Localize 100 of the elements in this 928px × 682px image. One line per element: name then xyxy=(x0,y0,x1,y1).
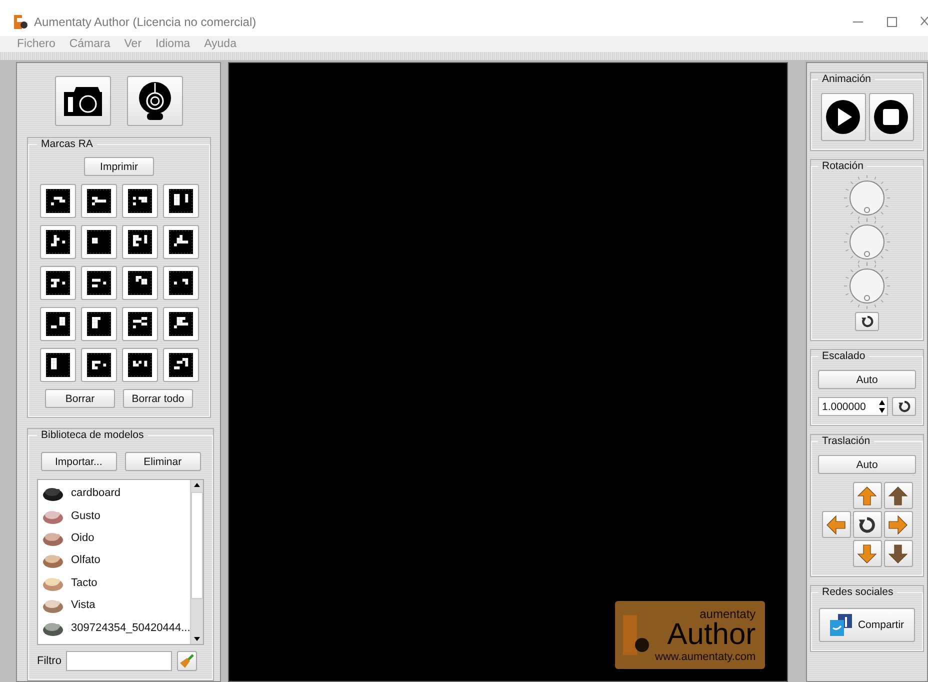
marker-icon xyxy=(86,353,110,377)
marker-icon xyxy=(86,230,110,254)
marker-icon xyxy=(46,312,70,336)
reset-position-button[interactable] xyxy=(852,511,882,538)
filter-field[interactable] xyxy=(66,651,172,671)
action-button[interactable]: Borrar xyxy=(45,389,115,408)
reset-rotation-button[interactable] xyxy=(855,312,879,331)
arrow-icon xyxy=(888,544,908,564)
marker-button[interactable] xyxy=(122,225,158,259)
marker-button[interactable] xyxy=(122,348,158,382)
marker-icon xyxy=(168,312,192,336)
share-button[interactable]: Compartir xyxy=(819,608,915,642)
logo-icon xyxy=(623,615,651,655)
maximize-icon[interactable] xyxy=(886,16,898,28)
marker-icon xyxy=(128,271,152,295)
group-title: Biblioteca de modelos xyxy=(40,429,145,441)
marker-icon xyxy=(46,353,70,377)
move-down-button[interactable] xyxy=(852,540,882,567)
play-button[interactable] xyxy=(820,93,866,141)
marker-button[interactable] xyxy=(40,348,76,382)
action-button[interactable]: Eliminar xyxy=(124,452,201,471)
marker-button[interactable] xyxy=(162,348,198,382)
model-name[interactable]: Olfato xyxy=(71,554,100,566)
app-icon xyxy=(14,15,28,29)
arrow-icon xyxy=(888,514,908,534)
model-name[interactable]: Vista xyxy=(71,599,96,612)
reset-icon xyxy=(858,516,876,534)
marker-button[interactable] xyxy=(162,225,198,259)
auto-translate-button[interactable]: Auto xyxy=(818,455,916,474)
move-back-button[interactable] xyxy=(884,540,912,567)
model-name[interactable]: Tacto xyxy=(71,576,98,589)
marker-icon xyxy=(86,271,110,295)
marker-button[interactable] xyxy=(40,184,76,218)
camera-icon xyxy=(62,84,104,118)
action-button[interactable]: Importar... xyxy=(40,452,117,471)
arrow-icon xyxy=(826,514,846,534)
marker-button[interactable] xyxy=(162,307,198,341)
social-icon xyxy=(830,614,854,636)
marker-icon xyxy=(86,312,110,336)
logo-brand: aumentaty xyxy=(700,608,756,620)
filter-label: Filtro xyxy=(37,655,62,667)
marker-button[interactable] xyxy=(162,266,198,300)
stop-button[interactable] xyxy=(868,93,914,141)
auto-scale-button[interactable]: Auto xyxy=(818,370,916,389)
arrow-icon xyxy=(857,486,877,506)
marker-icon xyxy=(46,189,70,213)
marker-icon xyxy=(128,230,152,254)
marker-icon xyxy=(168,353,192,377)
group-title: Redes sociales xyxy=(821,586,894,598)
stop-icon xyxy=(873,99,909,135)
marker-button[interactable] xyxy=(80,266,116,300)
marker-button[interactable] xyxy=(40,307,76,341)
rotation-dial[interactable] xyxy=(843,218,891,266)
marker-button[interactable] xyxy=(162,184,198,218)
model-name[interactable]: Gusto xyxy=(71,510,100,522)
move-up-button[interactable] xyxy=(852,482,882,509)
marker-button[interactable] xyxy=(122,184,158,218)
clear-filter-button[interactable] xyxy=(177,651,198,671)
marker-icon xyxy=(168,271,192,295)
arrow-icon xyxy=(857,544,877,564)
group-title: Rotación xyxy=(821,160,864,172)
scale-spinbox[interactable]: 1.000000 xyxy=(818,397,888,416)
marker-button[interactable] xyxy=(80,348,116,382)
move-right-button[interactable] xyxy=(884,511,912,538)
marker-button[interactable] xyxy=(122,307,158,341)
reset-icon xyxy=(860,315,874,328)
model-name[interactable]: Oido xyxy=(71,532,94,544)
marker-button[interactable] xyxy=(80,225,116,259)
marker-icon xyxy=(128,312,152,336)
marker-icon xyxy=(46,271,70,295)
group-title: Traslación xyxy=(821,435,872,447)
group-title: Marcas RA xyxy=(40,138,94,150)
model-name[interactable]: 309724354_50420444... xyxy=(71,622,190,634)
model-name[interactable]: cardboard xyxy=(71,487,121,500)
reset-icon xyxy=(898,400,910,413)
webcam-button[interactable] xyxy=(127,76,183,126)
action-button[interactable]: Borrar todo xyxy=(123,389,193,408)
move-left-button[interactable] xyxy=(822,511,850,538)
marker-button[interactable] xyxy=(80,307,116,341)
logo-product: Author xyxy=(667,620,756,650)
marker-button[interactable] xyxy=(40,266,76,300)
marker-icon xyxy=(128,189,152,213)
marker-icon xyxy=(46,230,70,254)
camera-button[interactable] xyxy=(55,76,111,126)
window-title: Aumentaty Author (Licencia no comercial) xyxy=(34,15,258,29)
marker-button[interactable] xyxy=(80,184,116,218)
marker-button[interactable] xyxy=(122,266,158,300)
scroll-thumb[interactable] xyxy=(191,492,204,599)
group-title: Animación xyxy=(821,73,872,85)
broom-icon xyxy=(179,653,196,669)
marker-button[interactable] xyxy=(40,225,76,259)
scrollbar[interactable] xyxy=(190,480,204,644)
print-button[interactable]: Imprimir xyxy=(84,157,154,176)
reset-scale-button[interactable] xyxy=(892,397,916,416)
play-icon xyxy=(825,99,861,135)
marker-icon xyxy=(128,353,152,377)
move-forward-button[interactable] xyxy=(884,482,912,509)
close-icon[interactable] xyxy=(920,16,928,28)
spin-arrows-icon[interactable] xyxy=(877,398,887,415)
rotation-dial[interactable] xyxy=(843,174,891,222)
